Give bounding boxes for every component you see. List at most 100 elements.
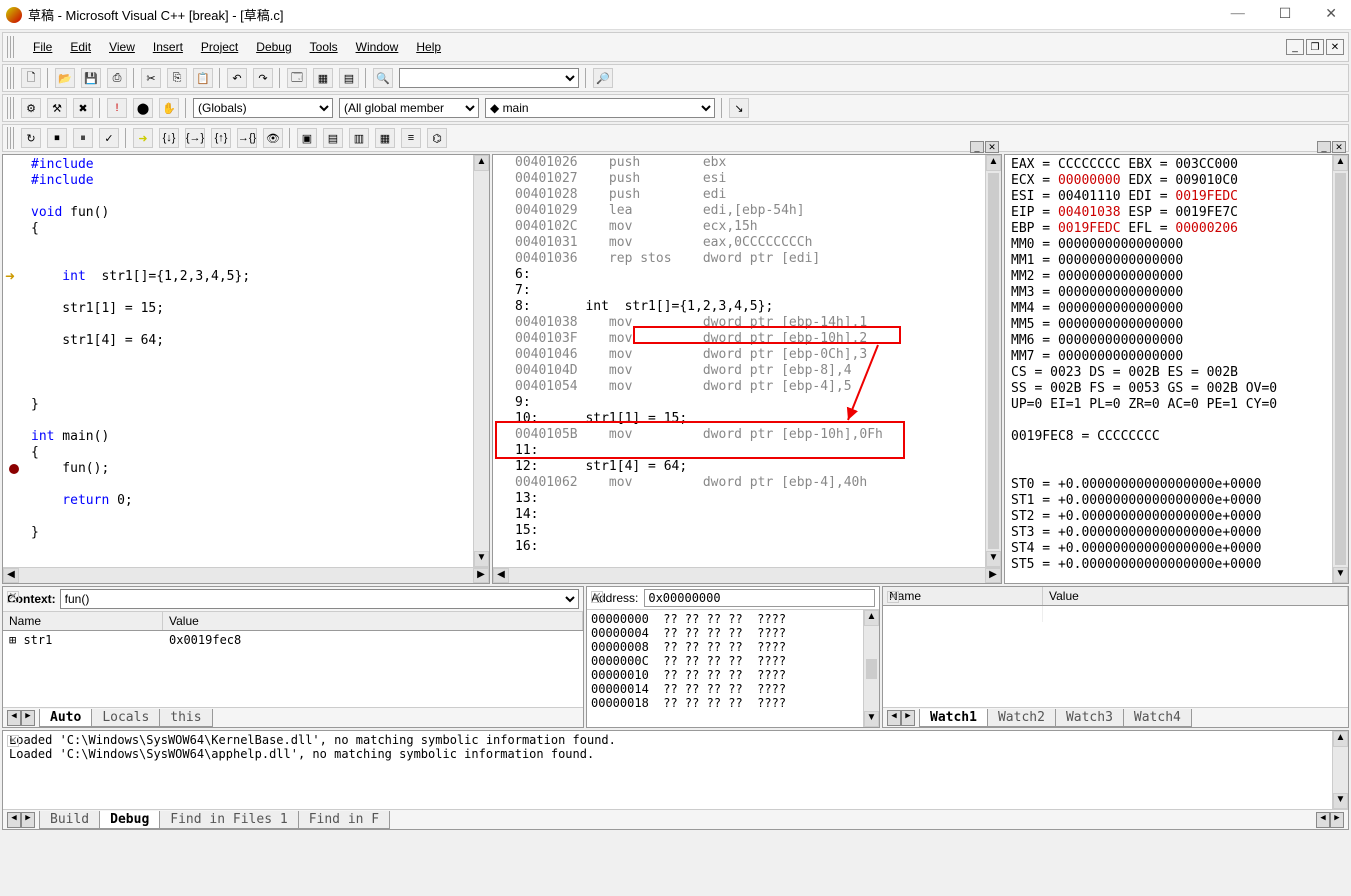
menu-tools[interactable]: Tools <box>306 36 342 58</box>
memory-window-button[interactable]: ▦ <box>375 128 395 148</box>
open-file-button[interactable]: 📂 <box>55 68 75 88</box>
scroll-left-button[interactable]: ◀ <box>1316 812 1330 828</box>
tab-next-button[interactable]: ▶ <box>21 710 35 726</box>
menu-project[interactable]: Project <box>197 36 242 58</box>
restart-button[interactable]: ↻ <box>21 128 41 148</box>
copy-button[interactable]: ⎘ <box>167 68 187 88</box>
vscrollbar[interactable]: ▲▼ <box>863 610 879 727</box>
callstack-window-button[interactable]: ≡ <box>401 128 421 148</box>
watch-window-button[interactable]: ▣ <box>297 128 317 148</box>
hscrollbar[interactable]: ◀▶ <box>493 567 1001 583</box>
memory-view[interactable]: 00000000 ?? ?? ?? ?? ???? 00000004 ?? ??… <box>587 610 863 712</box>
vscrollbar[interactable]: ▲▼ <box>473 155 489 567</box>
compile-button[interactable]: ⚙ <box>21 98 41 118</box>
output-text[interactable]: Loaded 'C:\Windows\SysWOW64\KernelBase.d… <box>3 731 1332 809</box>
mdi-restore-button[interactable]: ❐ <box>1306 39 1324 55</box>
tab-debug[interactable]: Debug <box>99 811 160 829</box>
show-next-stmt-button[interactable]: ➜ <box>133 128 153 148</box>
members-combo[interactable]: (All global member <box>339 98 479 118</box>
tab-watch2[interactable]: Watch2 <box>987 709 1056 727</box>
tab-locals[interactable]: Locals <box>91 709 160 727</box>
address-input[interactable] <box>644 589 875 607</box>
menu-debug[interactable]: Debug <box>252 36 295 58</box>
tab-next-button[interactable]: ▶ <box>21 812 35 828</box>
break-button[interactable]: ⏸ <box>73 128 93 148</box>
insert-breakpoint-button[interactable]: ⬤ <box>133 98 153 118</box>
menu-view[interactable]: View <box>105 36 139 58</box>
class-combo[interactable]: (Globals) <box>193 98 333 118</box>
find-combo[interactable] <box>399 68 579 88</box>
tab-this[interactable]: this <box>159 709 212 727</box>
pane-close-icon[interactable]: ✕ <box>985 141 999 153</box>
stop-debug-button[interactable]: ⏹ <box>47 128 67 148</box>
tab-find-in-files-1[interactable]: Find in Files 1 <box>159 811 298 829</box>
stop-build-button[interactable]: ✖ <box>73 98 93 118</box>
pane-close-icon[interactable]: ✕ <box>7 735 19 747</box>
tab-watch1[interactable]: Watch1 <box>919 709 988 727</box>
menu-edit[interactable]: Edit <box>66 36 95 58</box>
hscrollbar[interactable]: ◀▶ <box>3 567 489 583</box>
tab-next-button[interactable]: ▶ <box>901 710 915 726</box>
new-file-button[interactable]: 🗋 <box>21 68 41 88</box>
disassembly-view[interactable]: 00401026 push ebx00401027 push esi004010… <box>493 155 985 555</box>
run-to-cursor-button[interactable]: →{} <box>237 128 257 148</box>
find-in-files-button[interactable]: 🔎 <box>593 68 613 88</box>
pane-close-icon[interactable]: ✕ <box>1332 141 1346 153</box>
pane-close-icon[interactable]: ✕ <box>591 591 603 603</box>
step-over-button[interactable]: {→} <box>185 128 205 148</box>
menu-insert[interactable]: Insert <box>149 36 187 58</box>
vscrollbar[interactable]: ▲▼ <box>985 155 1001 567</box>
close-button[interactable]: ✕ <box>1317 2 1345 27</box>
tab-auto[interactable]: Auto <box>39 709 92 727</box>
pane-minimize-icon[interactable]: _ <box>1317 141 1331 153</box>
tab-find-in-f[interactable]: Find in F <box>298 811 390 829</box>
save-button[interactable]: 💾 <box>81 68 101 88</box>
col-value[interactable]: Value <box>1043 587 1348 605</box>
pane-close-icon[interactable]: ✕ <box>887 591 899 603</box>
step-into-button[interactable]: {↓} <box>159 128 179 148</box>
output-button[interactable]: ▦ <box>313 68 333 88</box>
minimize-button[interactable]: — <box>1223 2 1253 27</box>
table-row[interactable] <box>883 606 1348 622</box>
col-name[interactable]: Name <box>3 612 163 630</box>
pane-close-icon[interactable]: ✕ <box>7 591 19 603</box>
cut-button[interactable]: ✂ <box>141 68 161 88</box>
mdi-close-button[interactable]: ✕ <box>1326 39 1344 55</box>
disasm-window-button[interactable]: ⌬ <box>427 128 447 148</box>
mdi-minimize-button[interactable]: _ <box>1286 39 1304 55</box>
tab-prev-button[interactable]: ◀ <box>7 812 21 828</box>
col-value[interactable]: Value <box>163 612 583 630</box>
menu-file[interactable]: File <box>29 36 56 58</box>
paste-button[interactable]: 📋 <box>193 68 213 88</box>
window-list-button[interactable]: ▤ <box>339 68 359 88</box>
apply-button[interactable]: ✓ <box>99 128 119 148</box>
wizard-button[interactable]: ↘ <box>729 98 749 118</box>
context-combo[interactable]: fun() <box>60 589 579 609</box>
col-name[interactable]: Name <box>883 587 1043 605</box>
variables-window-button[interactable]: ▤ <box>323 128 343 148</box>
tab-prev-button[interactable]: ◀ <box>887 710 901 726</box>
go-button[interactable]: ! <box>107 98 127 118</box>
vscrollbar[interactable]: ▲▼ <box>1332 731 1348 809</box>
menu-help[interactable]: Help <box>412 36 445 58</box>
table-row[interactable]: ⊞ str1 0x0019fec8 <box>3 631 583 649</box>
quickwatch-button[interactable]: 👁 <box>263 128 283 148</box>
undo-button[interactable]: ↶ <box>227 68 247 88</box>
step-out-button[interactable]: {↑} <box>211 128 231 148</box>
scroll-right-button[interactable]: ▶ <box>1330 812 1344 828</box>
maximize-button[interactable]: ☐ <box>1271 2 1300 27</box>
vscrollbar[interactable]: ▲▼ <box>1332 155 1348 583</box>
redo-button[interactable]: ↷ <box>253 68 273 88</box>
tab-prev-button[interactable]: ◀ <box>7 710 21 726</box>
hand-button[interactable]: ✋ <box>159 98 179 118</box>
source-code[interactable]: #include#include void fun(){ int str1[]=… <box>3 155 473 543</box>
tab-watch3[interactable]: Watch3 <box>1055 709 1124 727</box>
tab-watch4[interactable]: Watch4 <box>1123 709 1192 727</box>
workspace-button[interactable]: 🗔 <box>287 68 307 88</box>
tab-build[interactable]: Build <box>39 811 100 829</box>
function-combo[interactable]: ◆ main <box>485 98 715 118</box>
save-all-button[interactable]: ⎙ <box>107 68 127 88</box>
find-button[interactable]: 🔍 <box>373 68 393 88</box>
pane-minimize-icon[interactable]: _ <box>970 141 984 153</box>
registers-view[interactable]: EAX = CCCCCCCC EBX = 003CC000 ECX = 0000… <box>1005 155 1332 575</box>
